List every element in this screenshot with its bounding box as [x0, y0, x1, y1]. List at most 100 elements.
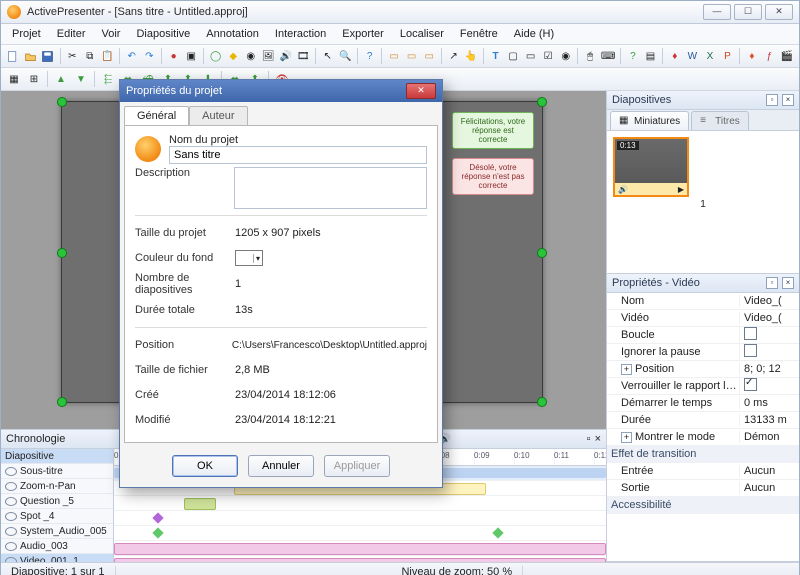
spotlight-icon[interactable]: ◉	[243, 47, 259, 65]
menu-localiser[interactable]: Localiser	[393, 26, 451, 42]
eye-icon[interactable]	[5, 482, 17, 491]
export-html5-icon[interactable]: ♦	[744, 47, 760, 65]
ok-button[interactable]: OK	[172, 455, 238, 477]
mouse-click-icon[interactable]: 🖱	[582, 47, 598, 65]
undo-icon[interactable]: ↶	[124, 47, 140, 65]
record-icon[interactable]: ●	[166, 47, 182, 65]
cut-icon[interactable]: ✂	[64, 47, 80, 65]
menu-aide[interactable]: Aide (H)	[507, 26, 561, 42]
callout2-icon[interactable]: ▭	[404, 47, 420, 65]
track-zoom[interactable]: Zoom-n-Pan	[1, 479, 113, 494]
callout-icon[interactable]: ▭	[386, 47, 402, 65]
help-icon[interactable]: ?	[362, 47, 378, 65]
tab-titres[interactable]: ≡Titres	[691, 111, 749, 130]
export-video-icon[interactable]: 🎬	[779, 47, 795, 65]
video-icon[interactable]: 🎞	[296, 47, 312, 65]
resize-handle[interactable]	[537, 97, 547, 107]
paste-icon[interactable]: 📋	[100, 47, 116, 65]
tab-auteur[interactable]: Auteur	[189, 106, 247, 125]
eye-icon[interactable]	[5, 467, 17, 476]
eye-icon[interactable]	[5, 512, 17, 521]
button-icon[interactable]: ▭	[523, 47, 539, 65]
description-input[interactable]	[234, 167, 427, 209]
checkbox-icon[interactable]: ☑	[540, 47, 556, 65]
eye-icon[interactable]	[5, 527, 17, 536]
track-audio[interactable]: Audio_003	[1, 539, 113, 554]
maximize-button[interactable]: ☐	[734, 4, 762, 20]
audio-icon[interactable]: 🔊	[278, 47, 294, 65]
eye-icon[interactable]	[5, 497, 17, 506]
cursor-path-icon[interactable]: ↗	[446, 47, 462, 65]
feedback-correct[interactable]: Félicitations, votre réponse est correct…	[452, 112, 534, 149]
timeline-close-icon[interactable]: ×	[595, 433, 601, 445]
bgcolor-picker[interactable]	[235, 250, 263, 266]
tab-general[interactable]: Général	[124, 106, 189, 125]
menu-annotation[interactable]: Annotation	[199, 26, 266, 42]
redo-icon[interactable]: ↷	[142, 47, 158, 65]
panel-close-icon[interactable]: ×	[782, 277, 794, 289]
textbox-icon[interactable]: ▢	[505, 47, 521, 65]
export-ppt-icon[interactable]: P	[720, 47, 736, 65]
track-sysaudio[interactable]: System_Audio_005	[1, 524, 113, 539]
export-flash-icon[interactable]: ƒ	[762, 47, 778, 65]
open-icon[interactable]	[23, 47, 39, 65]
track-spot[interactable]: Spot _4	[1, 509, 113, 524]
align-left-icon[interactable]: ⬱	[99, 70, 117, 88]
export-excel-icon[interactable]: X	[702, 47, 718, 65]
cursor-icon[interactable]: ↖	[320, 47, 336, 65]
shape-icon[interactable]: ◯	[208, 47, 224, 65]
quiz-icon[interactable]: ?	[625, 47, 641, 65]
snap-icon[interactable]: ⊞	[25, 70, 43, 88]
highlight-icon[interactable]: ◆	[225, 47, 241, 65]
save-icon[interactable]	[40, 47, 56, 65]
send-back-icon[interactable]: ▼	[72, 70, 90, 88]
project-name-input[interactable]	[169, 146, 427, 164]
menu-projet[interactable]: Projet	[5, 26, 48, 42]
grid-icon[interactable]: ▦	[5, 70, 23, 88]
cancel-button[interactable]: Annuler	[248, 455, 314, 477]
eye-icon[interactable]	[5, 542, 17, 551]
copy-icon[interactable]: ⧉	[82, 47, 98, 65]
new-icon[interactable]	[5, 47, 21, 65]
resize-handle[interactable]	[57, 248, 67, 258]
pin-icon[interactable]: ▫	[766, 94, 778, 106]
menu-fenetre[interactable]: Fenêtre	[453, 26, 505, 42]
radio-icon[interactable]: ◉	[558, 47, 574, 65]
panel-close-icon[interactable]: ×	[782, 94, 794, 106]
track-question[interactable]: Question _5	[1, 494, 113, 509]
menu-editer[interactable]: Editer	[50, 26, 93, 42]
resize-handle[interactable]	[537, 248, 547, 258]
pin-icon[interactable]: ▫	[766, 277, 778, 289]
callout3-icon[interactable]: ▭	[421, 47, 437, 65]
export-word-icon[interactable]: W	[685, 47, 701, 65]
slide-thumbnail[interactable]: 0:13 🔊▶	[613, 137, 689, 197]
menu-exporter[interactable]: Exporter	[335, 26, 391, 42]
timeline-pin-icon[interactable]: ▫	[587, 433, 591, 445]
track-soustitre[interactable]: Sous-titre	[1, 464, 113, 479]
menu-diapositive[interactable]: Diapositive	[129, 26, 197, 42]
eye-icon[interactable]	[5, 557, 17, 563]
resize-handle[interactable]	[537, 397, 547, 407]
image-icon[interactable]: 🖼	[260, 47, 276, 65]
menu-interaction[interactable]: Interaction	[268, 26, 333, 42]
feedback-incorrect[interactable]: Désolé, votre réponse n'est pas correcte	[452, 158, 534, 195]
dialog-close-button[interactable]: ✕	[406, 83, 436, 99]
apply-button[interactable]: Appliquer	[324, 455, 390, 477]
key-stroke-icon[interactable]: ⌨	[600, 47, 616, 65]
properties-grid[interactable]: NomVideo_(VidéoVideo_(BoucleIgnorer la p…	[607, 293, 799, 561]
capture-icon[interactable]: ▣	[183, 47, 199, 65]
minimize-button[interactable]: —	[703, 4, 731, 20]
track-video[interactable]: Video_001_1	[1, 554, 113, 562]
gesture-icon[interactable]: 👆	[463, 47, 479, 65]
tab-miniatures[interactable]: ▦Miniatures	[610, 111, 689, 130]
close-button[interactable]: ✕	[765, 4, 793, 20]
zoom-icon[interactable]: 🔍	[338, 47, 354, 65]
resize-handle[interactable]	[57, 397, 67, 407]
resize-handle[interactable]	[57, 97, 67, 107]
track-diapositive[interactable]: Diapositive	[1, 449, 113, 464]
report-icon[interactable]: ▤	[643, 47, 659, 65]
bring-front-icon[interactable]: ▲	[52, 70, 70, 88]
menu-voir[interactable]: Voir	[95, 26, 128, 42]
export-pdf-icon[interactable]: ♦	[667, 47, 683, 65]
text-icon[interactable]: T	[488, 47, 504, 65]
